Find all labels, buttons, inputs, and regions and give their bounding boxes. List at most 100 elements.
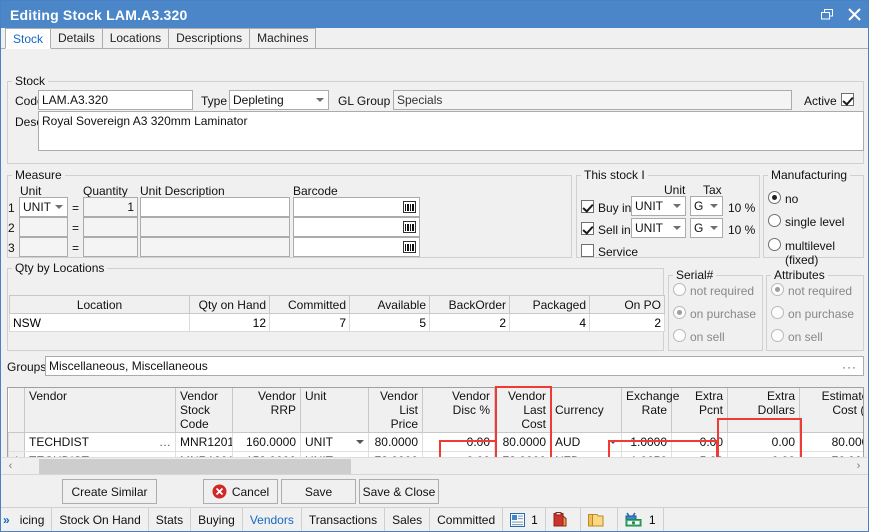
code-input[interactable]: LAM.A3.320: [38, 90, 193, 110]
col-vendor-last-cost[interactable]: Vendor Last Cost: [495, 388, 551, 433]
cancel-button[interactable]: Cancel: [203, 479, 278, 504]
col-extra-dollars[interactable]: Extra Dollars: [728, 388, 800, 433]
sell-in-tax-select[interactable]: G: [690, 218, 723, 238]
type-select[interactable]: Depleting: [229, 90, 329, 110]
tab-stock[interactable]: Stock: [5, 28, 51, 49]
service-checkbox[interactable]: [581, 244, 594, 257]
buy-in-checkbox[interactable]: [581, 200, 594, 213]
barcode-icon[interactable]: [403, 241, 416, 253]
col-exchange-rate[interactable]: Exchange Rate: [622, 388, 672, 433]
gl-group-input[interactable]: Specials: [393, 90, 792, 110]
measure-unit-select-3[interactable]: [19, 237, 68, 257]
sell-in-unit-select[interactable]: UNIT: [631, 218, 686, 238]
col-vendor-stock-code[interactable]: Vendor Stock Code: [176, 388, 233, 433]
sidebar-item-committed[interactable]: Committed: [430, 508, 503, 531]
sidebar-item-stock-on-hand[interactable]: Stock On Hand: [52, 508, 148, 531]
sidebar-item-buying[interactable]: Buying: [191, 508, 243, 531]
sidebar-item-sales[interactable]: Sales: [385, 508, 430, 531]
tab-locations[interactable]: Locations: [102, 28, 169, 48]
groups-input[interactable]: Miscellaneous, Miscellaneous ···: [45, 356, 864, 376]
sidebar-item-stats[interactable]: Stats: [149, 508, 191, 531]
sidebar-item-transactions[interactable]: Transactions: [302, 508, 385, 531]
col-available[interactable]: Available: [350, 296, 430, 314]
tab-details[interactable]: Details: [50, 28, 103, 48]
measure-unit-description-input-1[interactable]: [140, 197, 290, 217]
col-unit[interactable]: Unit: [301, 388, 369, 433]
sell-in-checkbox[interactable]: [581, 222, 594, 235]
attributes-radio-not-required[interactable]: [771, 283, 784, 296]
close-icon[interactable]: [841, 1, 868, 28]
sidebar-item-pricing[interactable]: icing: [13, 508, 53, 531]
save-and-close-button[interactable]: Save & Close: [359, 479, 439, 504]
measure-quantity-input-3[interactable]: [83, 237, 138, 257]
col-on-po[interactable]: On PO: [590, 296, 665, 314]
measure-barcode-input-1[interactable]: [293, 197, 420, 217]
measure-barcode-input-3[interactable]: [293, 237, 420, 257]
attributes-radio-on-purchase[interactable]: [771, 306, 784, 319]
measure-barcode-input-2[interactable]: [293, 217, 420, 237]
table-row[interactable]: NSW 12 7 5 2 4 2: [10, 314, 665, 332]
measure-unit-select-2[interactable]: [19, 217, 68, 237]
restore-icon[interactable]: [814, 1, 841, 28]
col-vendor-list-price[interactable]: Vendor List Price: [369, 388, 423, 433]
create-similar-button[interactable]: Create Similar: [62, 479, 157, 504]
col-vendor-rrp[interactable]: Vendor RRP: [233, 388, 301, 433]
sidebar-item-vendors[interactable]: Vendors: [243, 508, 302, 531]
col-currency[interactable]: Currency: [551, 388, 622, 433]
col-vendor-disc-pct[interactable]: Vendor Disc %: [423, 388, 495, 433]
groups-ellipsis-button[interactable]: ···: [842, 359, 857, 375]
manufacturing-radio-multilevel[interactable]: [768, 238, 781, 251]
col-committed[interactable]: Committed: [270, 296, 350, 314]
measure-quantity-input-2[interactable]: [83, 217, 138, 237]
buy-in-unit-select[interactable]: UNIT: [631, 196, 686, 216]
tab-descriptions[interactable]: Descriptions: [168, 28, 250, 48]
manufacturing-radio-no[interactable]: [768, 191, 781, 204]
buy-in-tax-select[interactable]: G: [690, 196, 723, 216]
desc-input[interactable]: Royal Sovereign A3 320mm Laminator: [38, 111, 864, 151]
manufacturing-radio-single-level[interactable]: [768, 214, 781, 227]
cell-unit[interactable]: UNIT: [301, 433, 369, 452]
tab-machines[interactable]: Machines: [249, 28, 316, 48]
save-button[interactable]: Save: [281, 479, 356, 504]
money-voucher-icon-group[interactable]: 1: [618, 508, 664, 531]
serial-radio-on-sell[interactable]: [673, 329, 686, 342]
col-backorder[interactable]: BackOrder: [430, 296, 510, 314]
measure-unit-value-1: UNIT: [23, 200, 51, 214]
active-label: Active: [804, 94, 837, 108]
attributes-radio-on-sell[interactable]: [771, 329, 784, 342]
col-estimated-cost[interactable]: Estimated Cost ($): [800, 388, 864, 433]
col-packaged[interactable]: Packaged: [510, 296, 590, 314]
chevron-down-icon: [710, 204, 718, 208]
table-row[interactable]: TECHDIST … MNR1201 160.0000 UNIT 80.0000…: [9, 433, 865, 452]
attributes-label-on-purchase: on purchase: [788, 307, 854, 321]
scroll-right-arrow-icon[interactable]: ›: [850, 458, 867, 475]
barcode-icon[interactable]: [403, 201, 416, 213]
service-label: Service: [598, 245, 638, 259]
hscrollbar-thumb[interactable]: [39, 459, 351, 474]
measure-unit-description-input-3[interactable]: [140, 237, 290, 257]
notes-count: 1: [531, 513, 538, 527]
col-qty-on-hand[interactable]: Qty on Hand: [190, 296, 270, 314]
measure-quantity-input-1[interactable]: 1: [83, 197, 138, 217]
col-location[interactable]: Location: [10, 296, 190, 314]
row-marker[interactable]: [9, 433, 25, 452]
cell-currency[interactable]: AUD: [551, 433, 622, 452]
tab-overflow-icon[interactable]: »: [1, 508, 13, 531]
serial-legend: Serial#: [673, 268, 716, 282]
measure-unit-select-1[interactable]: UNIT: [19, 197, 68, 217]
serial-radio-not-required[interactable]: [673, 283, 686, 296]
active-checkbox[interactable]: [841, 93, 854, 106]
hscrollbar-track[interactable]: [19, 458, 850, 475]
measure-unit-description-input-2[interactable]: [140, 217, 290, 237]
notes-document-icon-group[interactable]: 1: [503, 508, 546, 531]
col-extra-pcnt[interactable]: Extra Pcnt: [672, 388, 728, 433]
vendor-lookup-ellipsis[interactable]: …: [118, 433, 176, 452]
measure-row-number: 3: [8, 241, 15, 255]
vendor-grid-hscrollbar[interactable]: ‹ ›: [2, 457, 867, 474]
serial-radio-on-purchase[interactable]: [673, 306, 686, 319]
barcode-icon[interactable]: [403, 221, 416, 233]
red-clipboard-icon-group[interactable]: [546, 508, 581, 531]
scroll-left-arrow-icon[interactable]: ‹: [2, 458, 19, 475]
yellow-folders-icon-group[interactable]: [581, 508, 618, 531]
col-vendor[interactable]: Vendor: [25, 388, 176, 433]
